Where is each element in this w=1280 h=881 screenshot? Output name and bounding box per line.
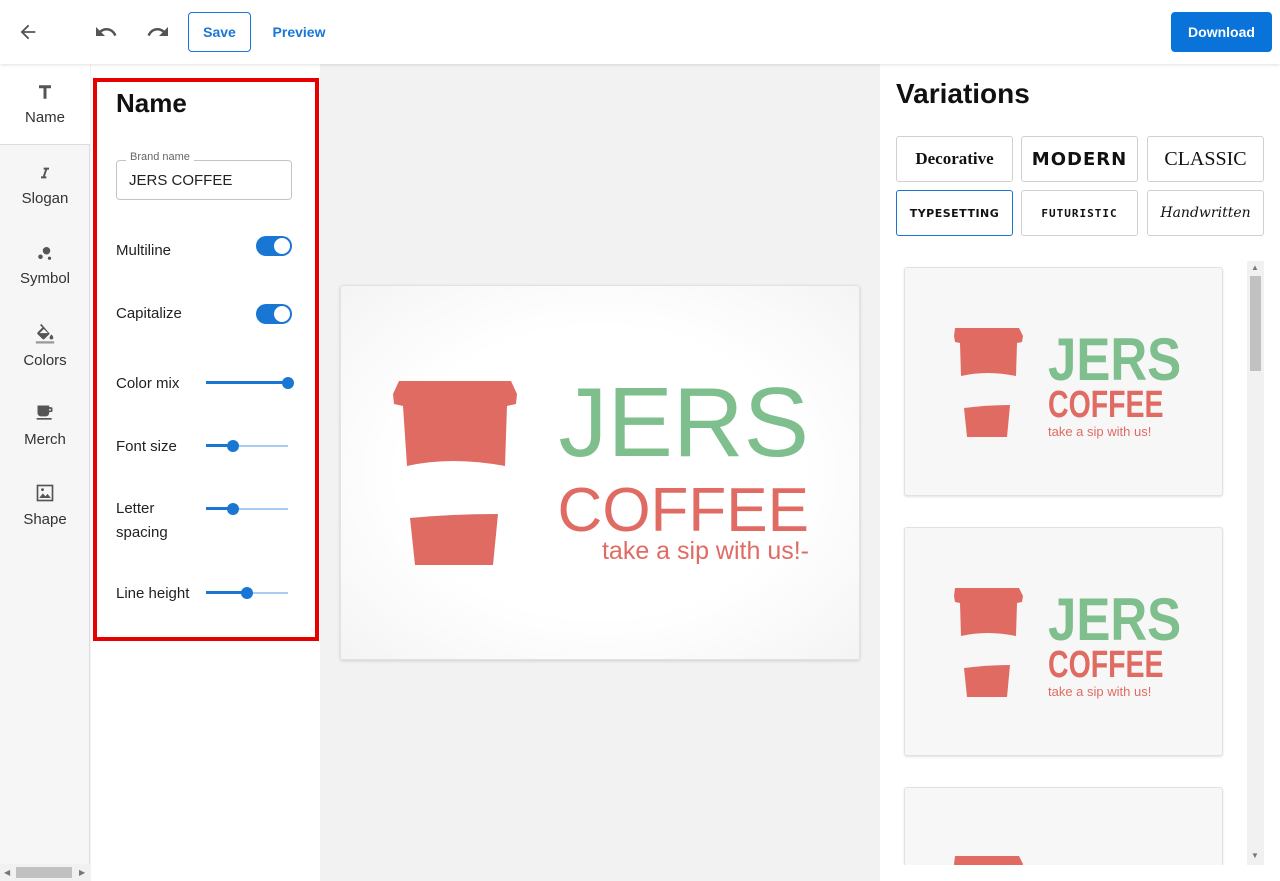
variations-title: Variations <box>896 78 1030 109</box>
preview-button[interactable]: Preview <box>263 12 335 52</box>
variation-card[interactable]: JERS COFFEE take a sip with us! <box>904 527 1223 756</box>
scroll-left-icon[interactable]: ◀ <box>4 868 10 877</box>
arrow-left-icon[interactable] <box>14 18 42 46</box>
variation-slogan: take a sip with us! <box>1048 684 1151 699</box>
horizontal-scrollbar[interactable]: ◀ ▶ <box>0 864 90 881</box>
redo-icon[interactable] <box>144 18 172 46</box>
font-handwritten-button[interactable]: Handwritten <box>1147 190 1264 236</box>
sidebar-item-label: Symbol <box>19 269 71 287</box>
logo-slogan: take a sip with us!- <box>602 537 809 565</box>
image-icon <box>35 483 55 507</box>
dots-icon <box>36 244 54 266</box>
font-decorative-button[interactable]: Decorative <box>896 136 1013 182</box>
mug-icon <box>35 403 55 427</box>
variation-artwork: JERS COFFEE take a sip with us! <box>954 326 1181 439</box>
sidebar-item-slogan[interactable]: Slogan <box>0 145 90 225</box>
sidebar: Name Slogan Symbol Colors Merch Shape <box>0 64 90 881</box>
variation-artwork: JERS COFFEE take a sip with us! <box>954 586 1181 699</box>
font-futuristic-button[interactable]: FUTURISTIC <box>1021 190 1138 236</box>
font-classic-button[interactable]: CLASSIC <box>1147 136 1264 182</box>
scroll-up-icon[interactable]: ▲ <box>1251 263 1259 272</box>
coffee-cup-icon <box>954 588 1023 697</box>
scroll-thumb[interactable] <box>1250 276 1261 371</box>
vertical-scrollbar[interactable]: ▲ ▼ <box>1247 261 1264 865</box>
italic-i-icon <box>37 164 53 186</box>
variation-card[interactable]: JERS COFFEE take a sip with us! <box>904 267 1223 496</box>
top-toolbar: Save Preview Download <box>0 0 1280 64</box>
font-modern-button[interactable]: MODERN <box>1021 136 1138 182</box>
scroll-thumb[interactable] <box>16 867 72 878</box>
coffee-cup-icon <box>393 381 517 565</box>
variation-line2: COFFEE <box>1048 384 1164 426</box>
sidebar-item-label: Merch <box>24 430 66 448</box>
download-button[interactable]: Download <box>1171 12 1272 52</box>
logo-line1: JERS <box>558 367 809 477</box>
sidebar-item-label: Shape <box>23 510 67 528</box>
sidebar-item-colors[interactable]: Colors <box>0 305 90 385</box>
undo-icon[interactable] <box>92 18 120 46</box>
variation-line1: JERS <box>1048 586 1181 653</box>
panel-footer <box>880 865 1280 881</box>
font-typesetting-button[interactable]: TYPESETTING <box>896 190 1013 236</box>
sidebar-item-name[interactable]: Name <box>0 64 90 144</box>
sidebar-item-label: Slogan <box>21 189 69 207</box>
sidebar-item-label: Name <box>24 108 65 126</box>
sidebar-item-symbol[interactable]: Symbol <box>0 225 90 305</box>
variation-line1: JERS <box>1048 326 1181 393</box>
logo-preview-card[interactable]: JERS COFFEE take a sip with us!- <box>340 285 860 660</box>
coffee-cup-icon <box>954 328 1023 437</box>
text-t-icon <box>36 83 54 105</box>
scroll-right-icon[interactable]: ▶ <box>79 868 85 877</box>
variation-line2: COFFEE <box>1048 644 1164 686</box>
scroll-down-icon[interactable]: ▼ <box>1251 851 1259 860</box>
sidebar-item-label: Colors <box>23 351 67 369</box>
sidebar-item-merch[interactable]: Merch <box>0 385 90 465</box>
save-button[interactable]: Save <box>188 12 251 52</box>
variation-slogan: take a sip with us! <box>1048 424 1151 439</box>
logo-artwork: JERS COFFEE take a sip with us!- <box>393 367 809 565</box>
sidebar-item-shape[interactable]: Shape <box>0 465 90 545</box>
paint-bucket-icon <box>34 322 56 348</box>
highlight-frame <box>93 78 319 641</box>
logo-line2: COFFEE <box>558 476 809 545</box>
